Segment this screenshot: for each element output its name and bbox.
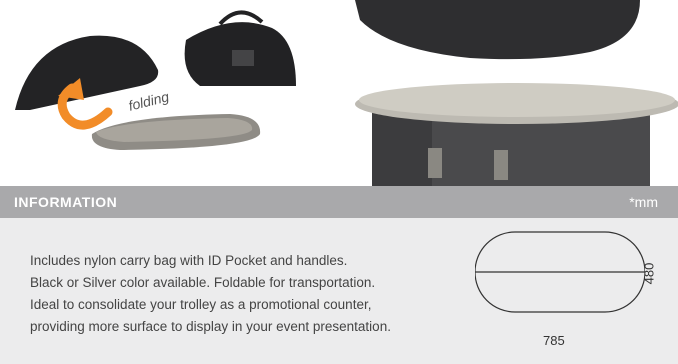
- product-illustration: [15, 0, 678, 186]
- flat-tabletop: [91, 114, 261, 150]
- description-line: Ideal to consolidate your trolley as a p…: [30, 297, 372, 312]
- width-dimension: 785: [543, 333, 565, 348]
- trolley-with-counter: [355, 83, 678, 186]
- section-title: INFORMATION: [14, 194, 118, 210]
- product-description: Includes nylon carry bag with ID Pocket …: [30, 250, 480, 338]
- unit-label: *mm: [629, 194, 658, 210]
- black-tabletop: [355, 0, 640, 60]
- product-photos: folding: [0, 0, 678, 186]
- description-line: Includes nylon carry bag with ID Pocket …: [30, 253, 348, 268]
- height-dimension: 480: [641, 262, 657, 285]
- description-line: providing more surface to display in you…: [30, 319, 391, 334]
- description-line: Black or Silver color available. Foldabl…: [30, 275, 376, 290]
- dimension-diagram: [475, 231, 645, 313]
- info-panel: Includes nylon carry bag with ID Pocket …: [0, 218, 678, 364]
- info-header: INFORMATION *mm: [0, 186, 678, 218]
- carry-bag: [184, 10, 296, 87]
